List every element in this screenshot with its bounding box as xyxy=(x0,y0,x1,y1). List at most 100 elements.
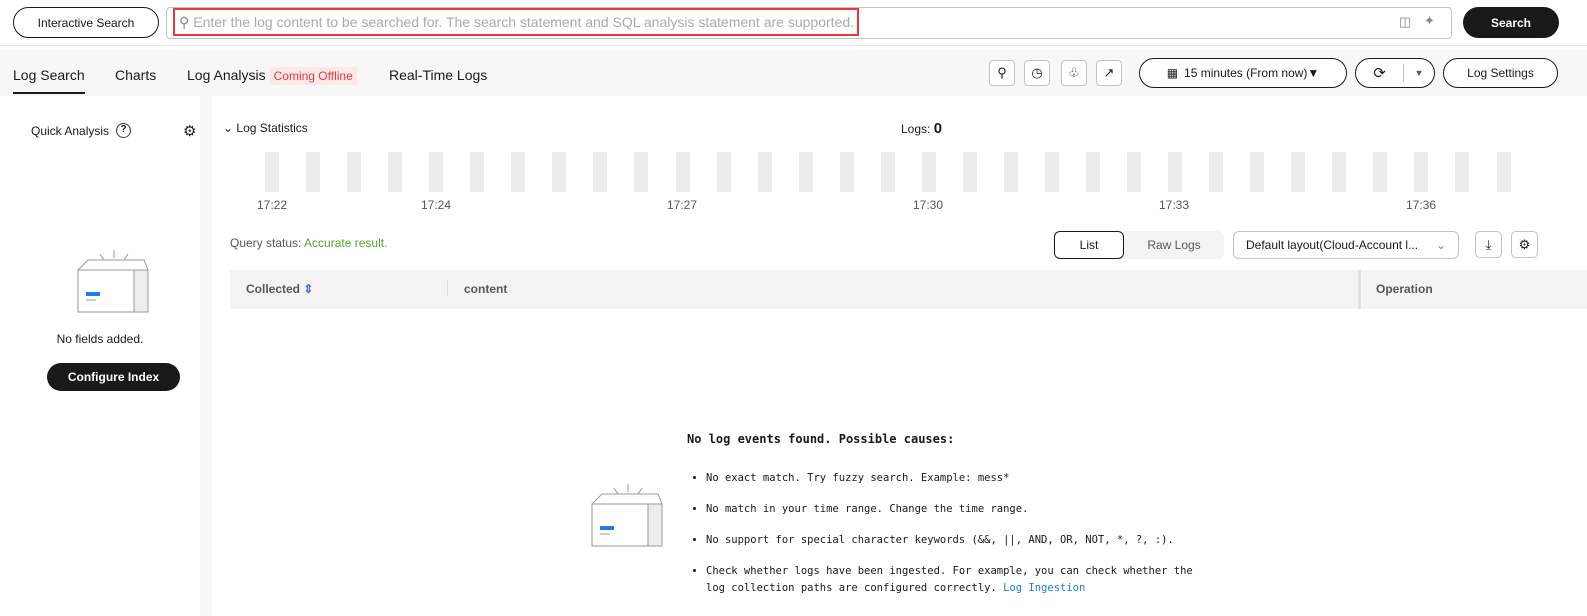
raw-logs-tab[interactable]: Raw Logs xyxy=(1125,231,1223,259)
log-statistics-title: Log Statistics xyxy=(236,121,308,135)
histogram-bar[interactable] xyxy=(1332,152,1347,192)
table-settings-icon[interactable]: ⚙ xyxy=(1511,231,1538,258)
histogram-bar[interactable] xyxy=(1291,152,1306,192)
logs-count: Logs: 0 xyxy=(901,120,942,137)
axis-tick-label: 17:27 xyxy=(667,198,698,212)
histogram-bar[interactable] xyxy=(798,152,813,192)
histogram-bar[interactable] xyxy=(429,152,444,192)
empty-box-icon xyxy=(591,484,663,547)
histogram-bar[interactable] xyxy=(634,152,649,192)
column-collected[interactable]: Collected ⇕ xyxy=(246,282,313,296)
bell-icon[interactable]: ♧ xyxy=(1061,60,1087,86)
histogram-bar[interactable] xyxy=(1250,152,1265,192)
histogram-bar[interactable] xyxy=(1414,152,1429,192)
cause-item: No exact match. Try fuzzy search. Exampl… xyxy=(706,470,1206,487)
empty-causes-list: No exact match. Try fuzzy search. Exampl… xyxy=(706,470,1206,611)
histogram-bar[interactable] xyxy=(839,152,854,192)
coming-offline-badge: Coming Offline xyxy=(269,67,357,85)
search-input[interactable]: ⚲ Enter the log content to be searched fo… xyxy=(173,8,859,36)
refresh-group: ⟳ ▼ xyxy=(1355,58,1435,88)
pin-icon[interactable]: ✦ xyxy=(1424,13,1435,29)
log-statistics-toggle[interactable]: ⌄ Log Statistics xyxy=(223,121,308,135)
column-operation: Operation xyxy=(1376,282,1433,296)
histogram-bar[interactable] xyxy=(265,152,279,192)
tab-bar: Log Search Charts Log Analysis Coming Off… xyxy=(0,50,1587,96)
histogram-bar[interactable] xyxy=(1455,152,1470,192)
layout-select[interactable]: Default layout(Cloud-Account l... ⌄ xyxy=(1233,231,1459,259)
histogram-bar[interactable] xyxy=(1127,152,1142,192)
cause-item: Check whether logs have been ingested. F… xyxy=(706,563,1206,597)
share-icon[interactable]: ↗ xyxy=(1096,60,1122,86)
log-settings-button[interactable]: Log Settings xyxy=(1443,58,1558,88)
axis-tick-label: 17:33 xyxy=(1159,198,1190,212)
histogram-bar[interactable] xyxy=(306,152,321,192)
histogram-bar[interactable] xyxy=(1086,152,1100,192)
refresh-icon[interactable]: ⟳ xyxy=(1356,64,1404,82)
column-label: Collected xyxy=(246,282,301,296)
column-divider xyxy=(447,280,448,296)
save-icon[interactable]: ◫ xyxy=(1399,14,1411,30)
search-icon[interactable]: ⚲ xyxy=(989,60,1015,86)
histogram-bar[interactable] xyxy=(1003,152,1018,192)
histogram-bar[interactable] xyxy=(1044,152,1059,192)
histogram-bar[interactable] xyxy=(511,152,526,192)
download-icon[interactable]: ⤓ xyxy=(1475,231,1502,258)
histogram-bar[interactable] xyxy=(347,152,362,192)
histogram-bar[interactable] xyxy=(593,152,608,192)
quick-analysis-title: Quick Analysis xyxy=(31,124,110,138)
chevron-down-icon: ⌄ xyxy=(1435,238,1446,252)
histogram-bar[interactable] xyxy=(1373,152,1388,192)
list-view-tab[interactable]: List xyxy=(1054,231,1124,259)
history-icon[interactable]: ◷ xyxy=(1024,60,1050,86)
histogram-bar[interactable] xyxy=(552,152,567,192)
time-range-selector[interactable]: ▦ 15 minutes (From now)▼ xyxy=(1139,58,1347,88)
chevron-down-icon[interactable]: ▼ xyxy=(1404,68,1434,78)
cause-text: Check whether logs have been ingested. F… xyxy=(706,565,1193,594)
histogram-bar[interactable] xyxy=(962,152,977,192)
search-button[interactable]: Search xyxy=(1463,7,1559,38)
axis-tick-label: 17:36 xyxy=(1406,198,1437,212)
logs-label: Logs: xyxy=(901,122,931,136)
tab-log-analysis[interactable]: Log Analysis Coming Offline xyxy=(187,67,357,85)
quick-analysis-panel: Quick Analysis ? ⚙ No fields added. Conf… xyxy=(0,96,212,616)
help-icon[interactable]: ? xyxy=(116,123,131,138)
top-bar: Interactive Search ⚲ Enter the log conten… xyxy=(0,0,1587,46)
cause-item: No support for special character keyword… xyxy=(706,532,1206,549)
logs-value: 0 xyxy=(933,120,943,137)
histogram-bar[interactable] xyxy=(388,152,403,192)
histogram-bar[interactable] xyxy=(470,152,485,192)
time-range-label: 15 minutes (From now)▼ xyxy=(1184,66,1320,80)
view-switch: List Raw Logs xyxy=(1053,231,1224,259)
tab-label: Log Analysis xyxy=(187,67,266,83)
histogram-bar[interactable] xyxy=(880,152,895,192)
log-ingestion-link[interactable]: Log Ingestion xyxy=(1003,582,1085,594)
cause-item: No match in your time range. Change the … xyxy=(706,501,1206,518)
axis-tick-label: 17:22 xyxy=(257,198,288,212)
search-placeholder: Enter the log content to be searched for… xyxy=(193,14,854,30)
histogram-bar[interactable] xyxy=(1496,152,1511,192)
tab-log-search[interactable]: Log Search xyxy=(13,67,85,94)
empty-title: No log events found. Possible causes: xyxy=(687,432,955,446)
layout-value: Default layout(Cloud-Account l... xyxy=(1246,238,1419,252)
axis-tick-label: 17:24 xyxy=(421,198,452,212)
empty-fields-text: No fields added. xyxy=(56,332,144,346)
query-status: Query status: Accurate result. xyxy=(230,236,387,250)
table-header: Collected ⇕ content Operation xyxy=(230,270,1587,309)
empty-box-icon xyxy=(77,250,149,313)
configure-index-button[interactable]: Configure Index xyxy=(47,363,180,391)
tab-real-time-logs[interactable]: Real-Time Logs xyxy=(389,67,487,83)
column-content: content xyxy=(464,282,508,296)
histogram-bar[interactable] xyxy=(757,152,772,192)
histogram-bar[interactable] xyxy=(716,152,731,192)
histogram-bar[interactable] xyxy=(1168,152,1183,192)
histogram-bar[interactable] xyxy=(1209,152,1224,192)
search-icon: ⚲ xyxy=(179,13,190,30)
interactive-search-button[interactable]: Interactive Search xyxy=(13,7,159,38)
calendar-icon: ▦ xyxy=(1166,66,1179,80)
sort-icon[interactable]: ⇕ xyxy=(303,282,313,296)
tab-charts[interactable]: Charts xyxy=(115,67,156,83)
column-divider xyxy=(1358,270,1361,309)
histogram-bar[interactable] xyxy=(675,152,690,192)
gear-icon[interactable]: ⚙ xyxy=(183,122,196,140)
histogram-bar[interactable] xyxy=(921,152,936,192)
